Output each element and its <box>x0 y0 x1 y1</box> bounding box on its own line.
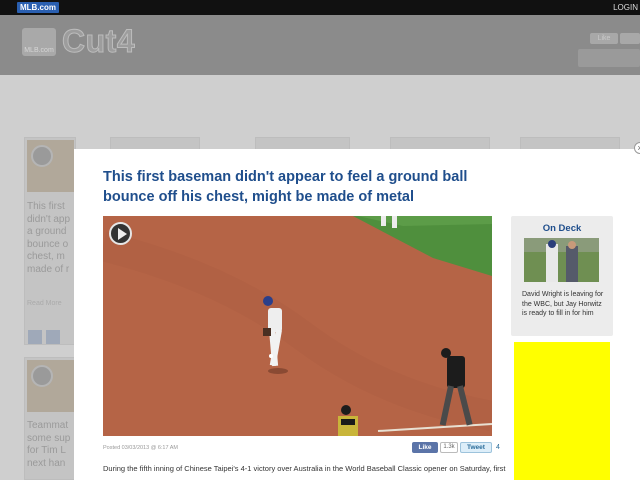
on-deck-text[interactable]: David Wright is leaving for the WBC, but… <box>522 290 606 319</box>
site-header: MLB.com Cut4 Like <box>0 15 640 75</box>
header-like-button[interactable]: Like <box>590 33 618 44</box>
mlb-brand-icon[interactable]: MLB.com <box>22 28 56 56</box>
tweet-button[interactable]: Tweet <box>460 442 492 453</box>
cut4-logo[interactable]: Cut4 <box>61 23 135 60</box>
bg-text-line: chest, m <box>27 251 65 262</box>
mlb-brand-sub: MLB.com <box>24 47 54 54</box>
video-play-icon[interactable] <box>109 222 132 245</box>
bg-text-line: next han <box>27 457 66 469</box>
bg-text-line: Teammat <box>27 420 69 431</box>
video-frame <box>103 216 492 436</box>
bg-text-line: This first <box>27 201 65 212</box>
on-deck-thumbnail[interactable] <box>524 238 599 282</box>
facebook-like-count: 1.3k <box>440 442 458 453</box>
bg-play-icon <box>31 365 53 387</box>
article-body: During the fifth inning of Chinese Taipe… <box>103 464 506 473</box>
video-player[interactable] <box>103 216 492 436</box>
article-modal: This first baseman didn't appear to feel… <box>74 149 640 480</box>
bg-play-icon <box>31 145 53 167</box>
on-deck-widget[interactable]: On Deck David Wright is leaving for the … <box>511 216 613 336</box>
post-date: Posted 03/03/2013 @ 6:17 AM <box>103 445 178 451</box>
login-link[interactable]: LOGIN <box>613 2 638 13</box>
bg-facebook-icon[interactable] <box>28 330 42 344</box>
on-deck-title: On Deck <box>542 223 582 234</box>
mlb-logo-text: MLB.com <box>20 3 56 12</box>
header-share-button[interactable] <box>620 33 640 44</box>
bg-text-line: made of r <box>27 263 70 275</box>
header-action-button[interactable] <box>578 49 640 67</box>
bg-read-more[interactable]: Read More <box>27 300 62 307</box>
bg-twitter-icon[interactable] <box>46 330 60 344</box>
bg-text-line: some sup <box>27 432 71 444</box>
bg-text-line: bounce o <box>27 238 69 250</box>
bg-text-line: didn't app <box>27 213 71 225</box>
bg-article-text: This first didn't app a ground bounce o … <box>27 201 74 276</box>
facebook-like-button[interactable]: Like <box>412 442 438 453</box>
bg-text-line: for Tim L <box>27 445 66 456</box>
mlb-logo[interactable]: MLB.com <box>17 2 59 13</box>
advertisement[interactable] <box>514 342 610 480</box>
bg-text-line: a ground <box>27 226 67 237</box>
top-bar: MLB.com LOGIN <box>0 0 640 15</box>
close-icon[interactable]: × <box>634 142 640 154</box>
tweet-count: 4 <box>496 444 500 451</box>
article-title: This first baseman didn't appear to feel… <box>103 169 468 205</box>
bg-article-text: Teammat some sup for Tim L next han <box>27 420 74 470</box>
